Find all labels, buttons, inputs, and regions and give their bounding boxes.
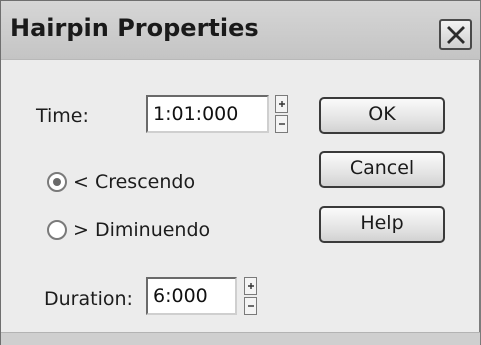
duration-spin-up-button[interactable] bbox=[244, 277, 257, 295]
ok-button[interactable]: OK bbox=[319, 97, 445, 134]
title-bar[interactable]: Hairpin Properties bbox=[1, 1, 480, 60]
arrow-up-icon bbox=[279, 101, 285, 107]
duration-spin-down-button[interactable] bbox=[244, 297, 257, 315]
close-icon bbox=[447, 26, 465, 44]
duration-input[interactable]: 6:000 bbox=[146, 277, 237, 315]
crescendo-label[interactable]: < Crescendo bbox=[73, 171, 195, 193]
time-spin-up-button[interactable] bbox=[275, 95, 288, 113]
time-label: Time: bbox=[36, 105, 89, 127]
time-spin-down-button[interactable] bbox=[275, 115, 288, 133]
arrow-down-icon bbox=[248, 305, 254, 307]
arrow-up-icon bbox=[248, 283, 254, 289]
hairpin-properties-dialog: Hairpin Properties Time: 1:01:000 < Cres… bbox=[0, 0, 481, 345]
window-title: Hairpin Properties bbox=[10, 14, 259, 42]
diminuendo-label[interactable]: > Diminuendo bbox=[73, 219, 210, 241]
cancel-button[interactable]: Cancel bbox=[319, 151, 445, 188]
duration-spinner bbox=[244, 277, 257, 315]
time-spinner bbox=[275, 95, 288, 133]
dialog-bottom-edge bbox=[1, 332, 480, 345]
duration-label: Duration: bbox=[44, 288, 133, 310]
time-input[interactable]: 1:01:000 bbox=[146, 95, 269, 133]
crescendo-radio[interactable] bbox=[47, 172, 67, 192]
diminuendo-radio[interactable] bbox=[47, 220, 67, 240]
crescendo-radio-dot bbox=[53, 178, 61, 186]
arrow-down-icon bbox=[279, 123, 285, 125]
help-button[interactable]: Help bbox=[319, 206, 445, 243]
close-button[interactable] bbox=[439, 19, 472, 50]
